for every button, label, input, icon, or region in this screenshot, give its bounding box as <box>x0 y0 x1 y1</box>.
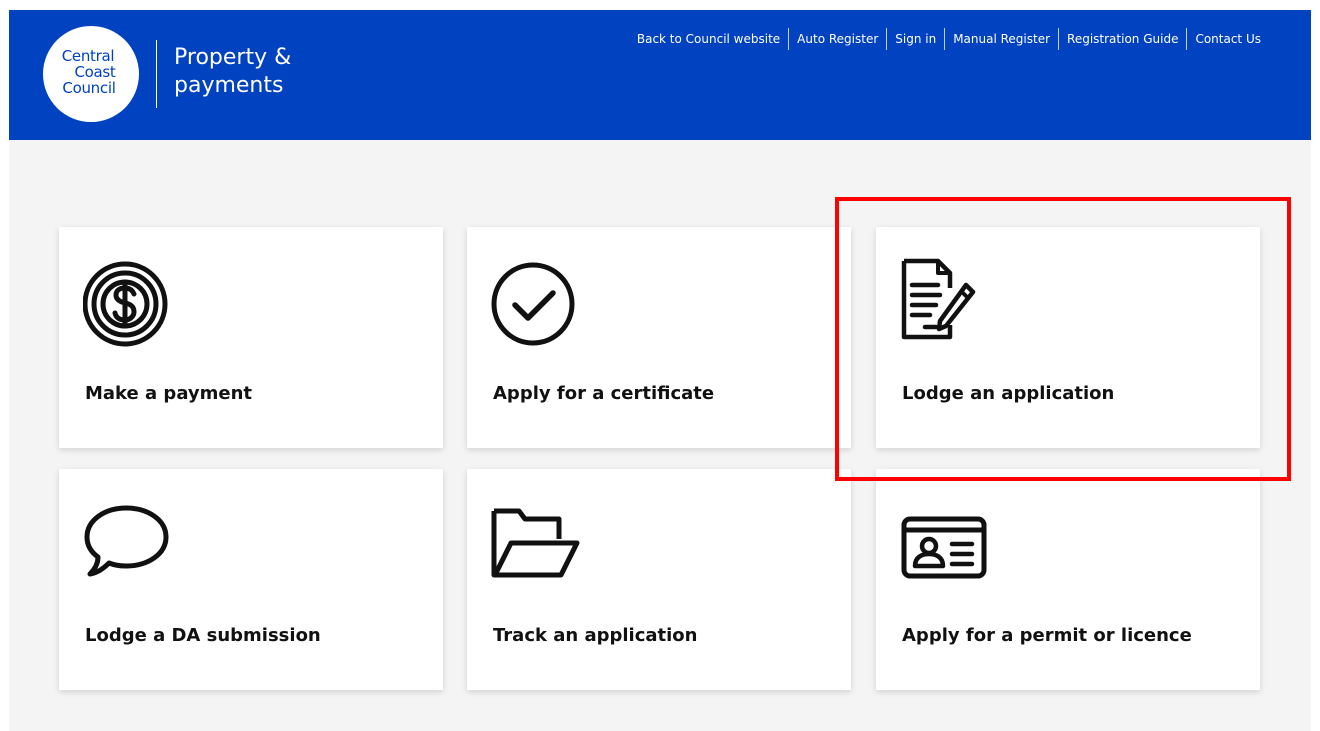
page: Central Coast Council Property & payment… <box>9 10 1311 731</box>
logo-line-3: Council <box>62 79 116 97</box>
tile-label: Lodge a DA submission <box>85 625 321 646</box>
site-title-line-1: Property & <box>174 45 292 70</box>
site-header: Central Coast Council Property & payment… <box>9 10 1311 140</box>
logo-line-1: Central <box>61 47 115 65</box>
nav-sign-in[interactable]: Sign in <box>886 28 944 50</box>
document-pen-icon <box>901 258 976 340</box>
tile-label: Lodge an application <box>902 383 1115 404</box>
nav-contact-us[interactable]: Contact Us <box>1186 28 1269 50</box>
open-folder-icon <box>491 508 580 578</box>
dollar-coin-icon <box>83 261 168 347</box>
tile-track-an-application[interactable]: Track an application <box>467 469 851 690</box>
tile-label: Track an application <box>493 625 698 646</box>
site-title-line-2: payments <box>174 73 284 98</box>
tile-label: Apply for a permit or licence <box>902 625 1192 646</box>
council-logo[interactable]: Central Coast Council <box>43 26 139 122</box>
nav-registration-guide[interactable]: Registration Guide <box>1058 28 1186 50</box>
speech-bubble-icon <box>84 505 169 577</box>
tile-make-a-payment[interactable]: Make a payment <box>59 227 443 448</box>
nav-manual-register[interactable]: Manual Register <box>944 28 1058 50</box>
nav-back-to-council-website[interactable]: Back to Council website <box>629 28 788 50</box>
id-card-icon <box>901 516 987 579</box>
top-navigation: Back to Council website Auto Register Si… <box>629 28 1269 50</box>
tile-lodge-an-application[interactable]: Lodge an application <box>876 227 1260 448</box>
tile-label: Apply for a certificate <box>493 383 715 404</box>
checkmark-circle-icon <box>491 262 575 346</box>
logo-divider <box>156 40 157 108</box>
tile-lodge-a-da-submission[interactable]: Lodge a DA submission <box>59 469 443 690</box>
nav-auto-register[interactable]: Auto Register <box>788 28 886 50</box>
logo-text: Central Coast Council <box>43 48 139 96</box>
tile-label: Make a payment <box>85 383 253 404</box>
logo-line-2: Coast <box>74 63 116 81</box>
site-title: Property & payments <box>174 44 291 100</box>
tile-apply-for-a-permit-or-licence[interactable]: Apply for a permit or licence <box>876 469 1260 690</box>
tile-apply-for-a-certificate[interactable]: Apply for a certificate <box>467 227 851 448</box>
